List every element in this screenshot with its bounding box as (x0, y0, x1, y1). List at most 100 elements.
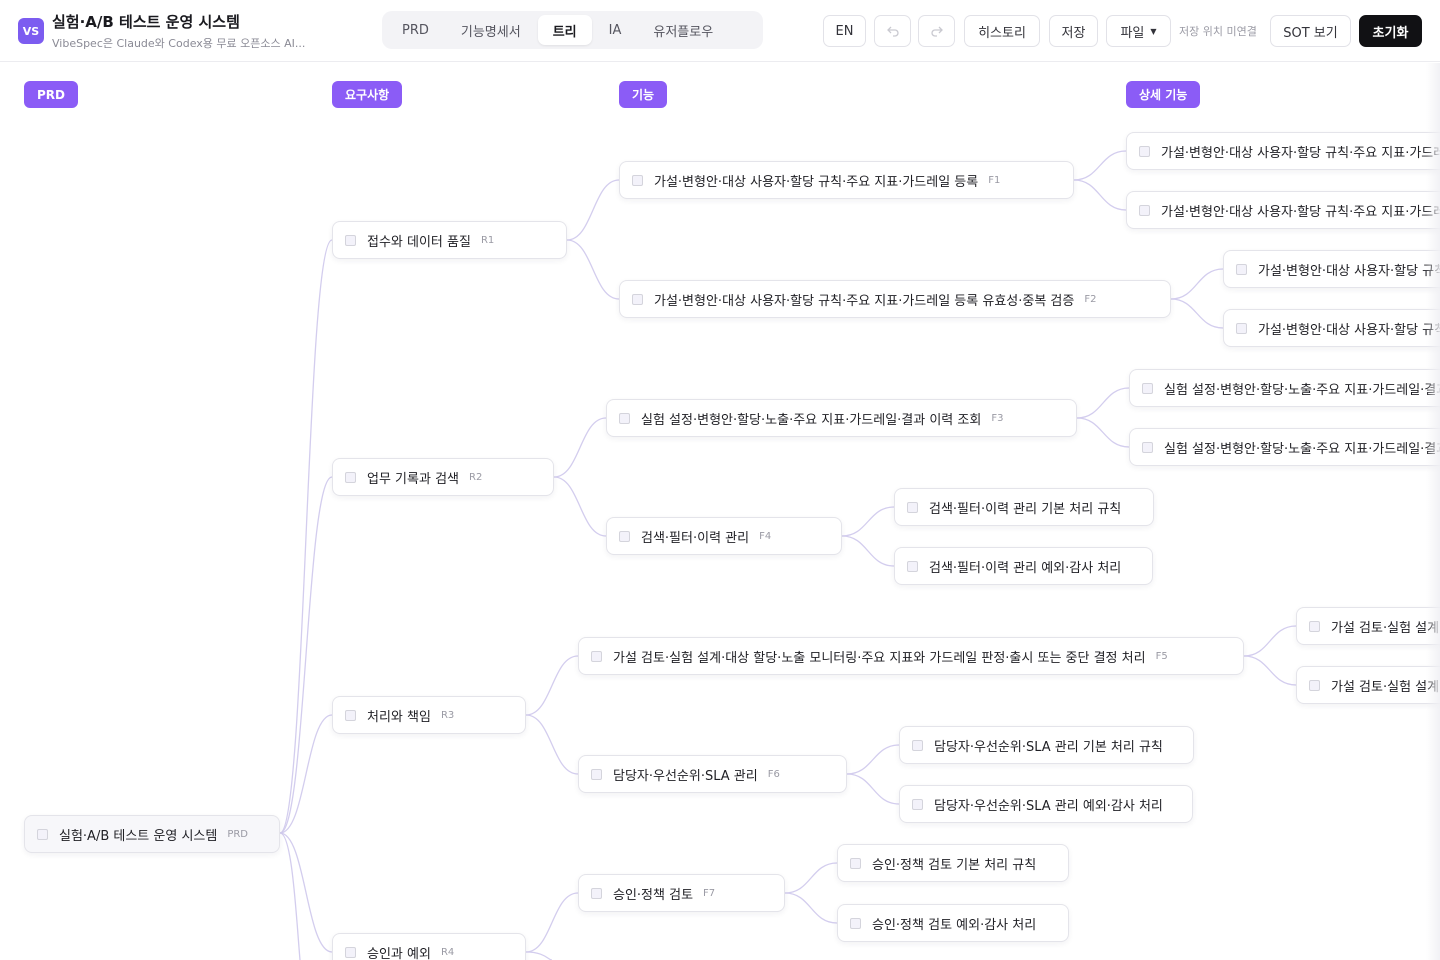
view-tabs: PRD 기능명세서 트리 IA 유저플로우 (382, 11, 763, 49)
node-checkbox[interactable] (1142, 441, 1153, 453)
node-label: 가설 검토·실험 설계·대상 할당·노출 모니터링·주요 지표와 가드레일 판정… (613, 650, 1146, 666)
node-checkbox[interactable] (1309, 679, 1320, 691)
column-badge-details: 상세 기능 (1126, 81, 1201, 108)
node-label: 검색·필터·이력 관리 예외·감사 처리 (929, 560, 1122, 576)
node-code: PRD (227, 828, 249, 840)
node-checkbox[interactable] (619, 412, 630, 424)
file-menu-label: 파일 (1120, 25, 1145, 41)
node-label: 담당자·우선순위·SLA 관리 (613, 768, 758, 784)
node-label: 실험 설정·변형안·할당·노출·주요 지표·가드레일·결과 (1164, 441, 1440, 457)
app-logo: VS (18, 18, 44, 44)
node-checkbox[interactable] (591, 887, 602, 899)
node-label: 검색·필터·이력 관리 기본 처리 규칙 (929, 501, 1122, 517)
tree-node-detail[interactable]: 가설·변형안·대상 사용자·할당 규칙·주요 지표·가드레 (1126, 132, 1440, 170)
tree-node-feature[interactable]: 담당자·우선순위·SLA 관리 F6 (578, 755, 847, 793)
tree-node-requirement[interactable]: 업무 기록과 검색 R2 (332, 458, 554, 496)
node-code: F6 (767, 768, 780, 780)
tree-node-detail[interactable]: 가설 검토·실험 설계 (1296, 607, 1440, 645)
node-checkbox[interactable] (850, 857, 861, 869)
reset-button[interactable]: 초기화 (1359, 15, 1422, 47)
node-label: 가설 검토·실험 설계 (1331, 620, 1440, 636)
node-label: 승인·정책 검토 기본 처리 규칙 (872, 857, 1037, 873)
tree-node-detail[interactable]: 가설·변형안·대상 사용자·할당 규칙 (1223, 250, 1440, 288)
node-checkbox[interactable] (1139, 145, 1150, 157)
node-checkbox[interactable] (345, 234, 356, 246)
node-label: 승인·정책 검토 예외·감사 처리 (872, 917, 1037, 933)
tree-node-feature[interactable]: 가설·변형안·대상 사용자·할당 규칙·주요 지표·가드레일 등록 F1 (619, 161, 1074, 199)
caret-down-icon: ▼ (1150, 26, 1157, 36)
node-checkbox[interactable] (345, 946, 356, 958)
node-checkbox[interactable] (345, 709, 356, 721)
app-subtitle: VibeSpec은 Claude와 Codex용 무료 오픈소스 AI... (52, 37, 306, 50)
scroll-edge-fade (1426, 63, 1440, 960)
tree-node-detail[interactable]: 담당자·우선순위·SLA 관리 예외·감사 처리 (899, 785, 1193, 823)
tree-node-detail[interactable]: 담당자·우선순위·SLA 관리 기본 처리 규칙 (899, 726, 1194, 764)
app-title: 실험·A/B 테스트 운영 시스템 (52, 13, 240, 31)
tree-canvas[interactable]: PRD 요구사항 기능 상세 기능 실험·A/B 테스트 운영 시스템 PRD … (0, 63, 1440, 960)
tree-node-feature[interactable]: 가설 검토·실험 설계·대상 할당·노출 모니터링·주요 지표와 가드레일 판정… (578, 637, 1244, 675)
sot-view-button[interactable]: SOT 보기 (1270, 15, 1351, 47)
node-label: 담당자·우선순위·SLA 관리 기본 처리 규칙 (934, 739, 1163, 755)
tab-user-flow[interactable]: 유저플로우 (638, 15, 728, 45)
tree-node-detail[interactable]: 실험 설정·변형안·할당·노출·주요 지표·가드레일·결과 (1129, 369, 1440, 407)
tree-node-feature[interactable]: 가설·변형안·대상 사용자·할당 규칙·주요 지표·가드레일 등록 유효성·중복… (619, 280, 1171, 318)
tree-node-detail[interactable]: 가설·변형안·대상 사용자·할당 규칙·주요 지표·가드레 (1126, 191, 1440, 229)
save-location-status: 저장 위치 미연결 (1179, 25, 1257, 38)
node-label: 실험·A/B 테스트 운영 시스템 (59, 828, 218, 844)
column-badge-features: 기능 (619, 81, 668, 108)
tree-node-feature[interactable]: 검색·필터·이력 관리 F4 (606, 517, 842, 555)
node-code: F1 (988, 174, 1001, 186)
tree-node-requirement[interactable]: 처리와 책임 R3 (332, 696, 526, 734)
node-checkbox[interactable] (912, 739, 923, 751)
node-checkbox[interactable] (1236, 322, 1247, 334)
node-checkbox[interactable] (37, 828, 48, 840)
node-checkbox[interactable] (912, 798, 923, 810)
tree-node-detail[interactable]: 검색·필터·이력 관리 기본 처리 규칙 (894, 488, 1154, 526)
node-label: 담당자·우선순위·SLA 관리 예외·감사 처리 (934, 798, 1163, 814)
tree-node-detail[interactable]: 가설 검토·실험 설계 (1296, 666, 1440, 704)
tree-node-detail[interactable]: 검색·필터·이력 관리 예외·감사 처리 (894, 547, 1153, 585)
node-label: 실험 설정·변형안·할당·노출·주요 지표·가드레일·결과 이력 조회 (641, 412, 982, 428)
tree-node-detail[interactable]: 승인·정책 검토 기본 처리 규칙 (837, 844, 1069, 882)
tree-node-detail[interactable]: 승인·정책 검토 예외·감사 처리 (837, 904, 1069, 942)
node-checkbox[interactable] (591, 768, 602, 780)
node-label: 승인·정책 검토 (613, 887, 694, 903)
node-checkbox[interactable] (619, 530, 630, 542)
node-code: F3 (991, 412, 1004, 424)
tree-node-requirement[interactable]: 승인과 예외 R4 (332, 933, 526, 960)
node-checkbox[interactable] (1309, 620, 1320, 632)
node-label: 검색·필터·이력 관리 (641, 530, 750, 546)
save-button[interactable]: 저장 (1049, 15, 1098, 47)
top-bar: VS 실험·A/B 테스트 운영 시스템 VibeSpec은 Claude와 C… (0, 0, 1440, 62)
node-checkbox[interactable] (907, 560, 918, 572)
tree-node-requirement[interactable]: 접수와 데이터 품질 R1 (332, 221, 567, 259)
redo-button[interactable] (918, 15, 955, 47)
node-checkbox[interactable] (850, 917, 861, 929)
node-checkbox[interactable] (1139, 204, 1150, 216)
tree-node-feature[interactable]: 승인·정책 검토 F7 (578, 874, 785, 912)
node-code: R3 (440, 709, 455, 721)
node-checkbox[interactable] (345, 471, 356, 483)
history-button[interactable]: 히스토리 (964, 15, 1040, 47)
tab-tree[interactable]: 트리 (537, 15, 592, 45)
tree-node-detail[interactable]: 가설·변형안·대상 사용자·할당 규칙 (1223, 309, 1440, 347)
node-label: 접수와 데이터 품질 (367, 234, 471, 250)
node-checkbox[interactable] (591, 650, 602, 662)
tab-ia[interactable]: IA (594, 15, 637, 45)
node-code: F5 (1155, 650, 1168, 662)
node-label: 가설·변형안·대상 사용자·할당 규칙·주요 지표·가드레 (1161, 204, 1440, 220)
undo-button[interactable] (874, 15, 911, 47)
tab-prd[interactable]: PRD (387, 15, 444, 45)
node-checkbox[interactable] (632, 174, 643, 186)
tree-node-feature[interactable]: 실험 설정·변형안·할당·노출·주요 지표·가드레일·결과 이력 조회 F3 (606, 399, 1077, 437)
node-checkbox[interactable] (632, 293, 643, 305)
node-label: 실험 설정·변형안·할당·노출·주요 지표·가드레일·결과 (1164, 382, 1440, 398)
node-checkbox[interactable] (1236, 263, 1247, 275)
tree-node-prd[interactable]: 실험·A/B 테스트 운영 시스템 PRD (24, 815, 280, 853)
tree-node-detail[interactable]: 실험 설정·변형안·할당·노출·주요 지표·가드레일·결과 (1129, 428, 1440, 466)
tab-feature-spec[interactable]: 기능명세서 (446, 15, 536, 45)
node-checkbox[interactable] (907, 501, 918, 513)
file-menu-button[interactable]: 파일 ▼ (1106, 15, 1171, 47)
node-checkbox[interactable] (1142, 382, 1153, 394)
language-button[interactable]: EN (823, 15, 866, 47)
